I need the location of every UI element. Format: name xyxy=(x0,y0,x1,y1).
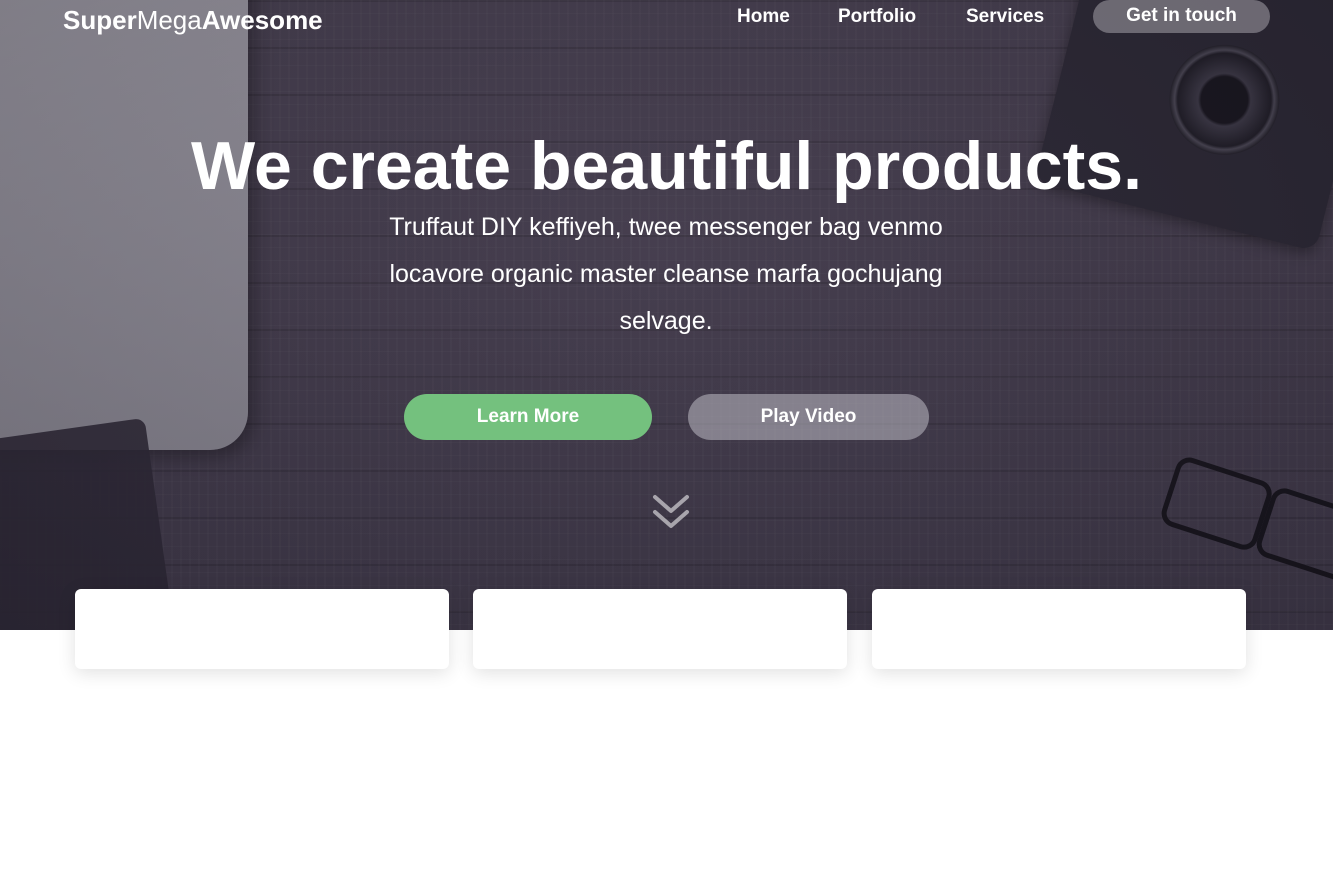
play-video-button[interactable]: Play Video xyxy=(688,394,929,440)
get-in-touch-button[interactable]: Get in touch xyxy=(1093,0,1270,33)
feature-card-2 xyxy=(473,589,847,669)
brand-logo[interactable]: SuperMegaAwesome xyxy=(63,4,323,36)
brand-part-mega: Mega xyxy=(136,5,202,35)
feature-card-1 xyxy=(75,589,449,669)
nav-services-link[interactable]: Services xyxy=(966,5,1044,29)
hero-section: SuperMegaAwesome Home Portfolio Services… xyxy=(0,0,1333,630)
nav-home-link[interactable]: Home xyxy=(737,5,790,29)
brand-part-awesome: Awesome xyxy=(201,5,323,35)
hero-headline: We create beautiful products. xyxy=(191,128,1142,204)
double-chevron-down-icon[interactable] xyxy=(650,492,692,534)
learn-more-button[interactable]: Learn More xyxy=(404,394,652,440)
nav-portfolio-link[interactable]: Portfolio xyxy=(838,5,916,29)
hero-subline: Truffaut DIY keffiyeh, twee messenger ba… xyxy=(389,213,943,335)
brand-part-super: Super xyxy=(63,5,137,35)
feature-card-3 xyxy=(872,589,1246,669)
